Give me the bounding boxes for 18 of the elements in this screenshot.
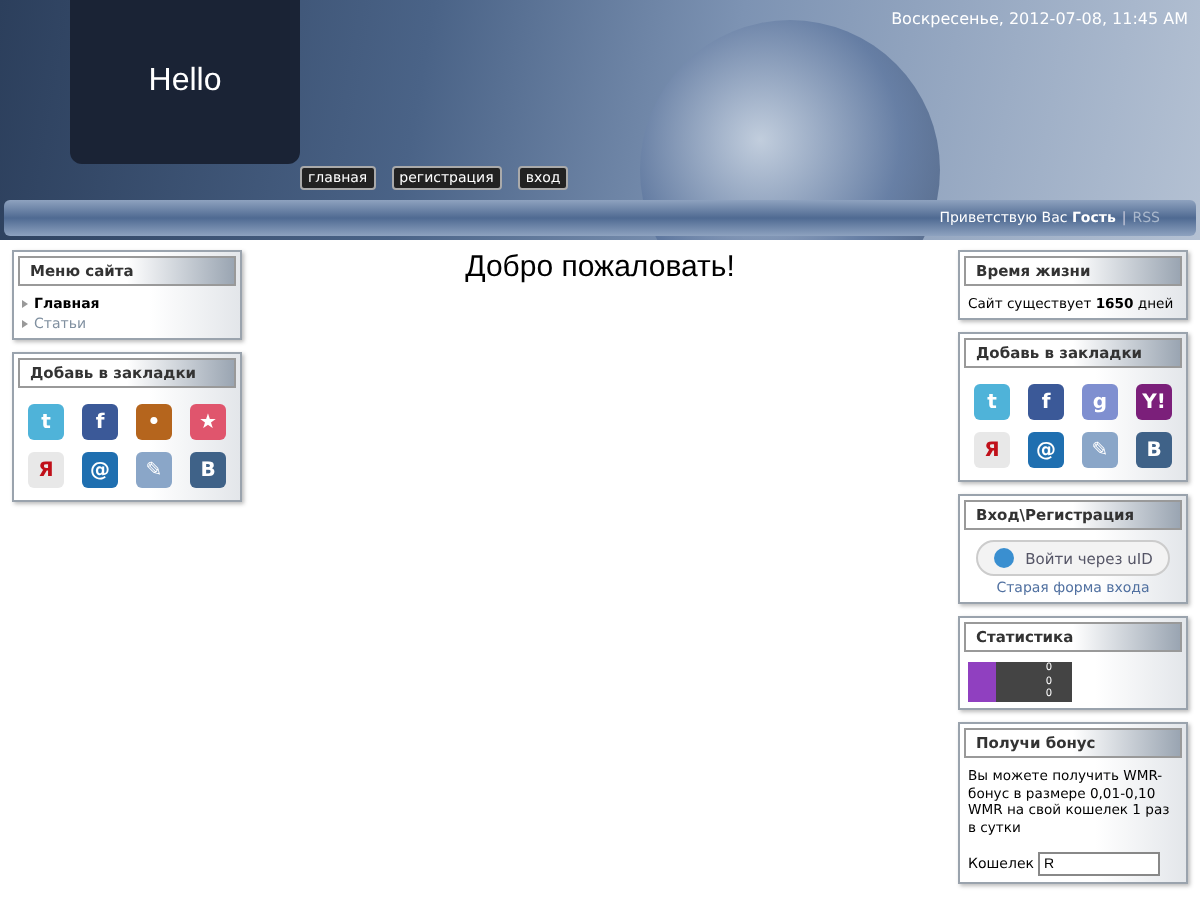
bookmark-icon[interactable]: @ (82, 452, 118, 488)
bookmark-icon[interactable]: g (1082, 384, 1118, 421)
bookmark-icon[interactable]: B (1136, 432, 1172, 469)
bullet-icon (22, 320, 28, 328)
bookmark-icon[interactable]: @ (1028, 432, 1064, 469)
bookmark-icon[interactable]: Я (974, 432, 1010, 469)
bookmark-icon[interactable]: ★ (190, 404, 226, 440)
page-heading: Добро пожаловать! (463, 250, 737, 284)
date-text: Воскресенье, 2012-07-08, 11:45 AM (891, 10, 1188, 28)
site-title: Hello (148, 64, 222, 100)
bookmark-icon[interactable]: • (136, 404, 172, 440)
bookmark-icon[interactable]: f (82, 404, 118, 440)
bookmark-icon[interactable]: Y! (1136, 384, 1172, 421)
bullet-icon (22, 300, 28, 308)
bookmark-icon[interactable]: f (1028, 384, 1064, 421)
power-icon (993, 548, 1014, 569)
bookmark-icon[interactable]: Я (28, 452, 64, 488)
bookmark-icon[interactable]: B (190, 452, 226, 488)
